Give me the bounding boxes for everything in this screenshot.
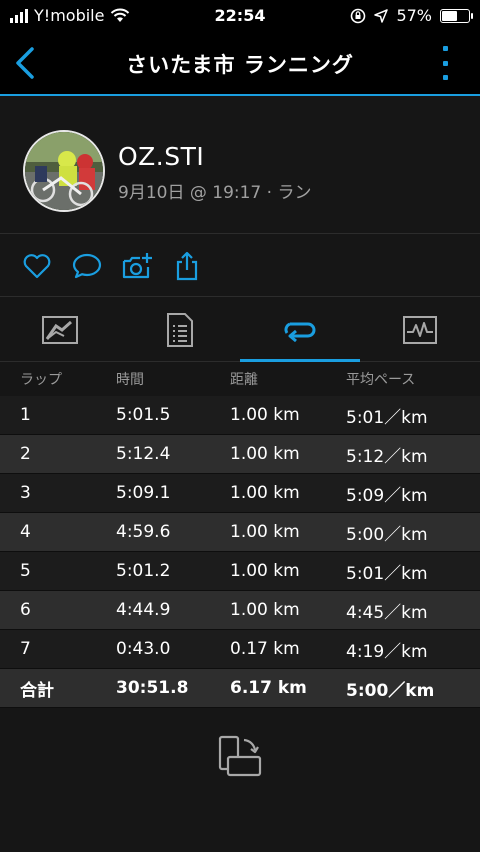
battery-icon (440, 8, 473, 23)
lap-pace: 5:00／km (346, 524, 428, 545)
lap-pace: 5:01／km (346, 563, 428, 584)
heart-icon[interactable] (21, 250, 53, 282)
table-row[interactable]: 4 4:59.6 1.00 km 5:00／km (0, 513, 480, 552)
total-label: 合計 (20, 680, 54, 701)
orientation-lock-icon (351, 8, 366, 23)
lap-number: 1 (20, 405, 31, 425)
tab-map[interactable] (0, 298, 120, 361)
lap-number: 2 (20, 444, 31, 464)
add-photo-icon[interactable] (121, 250, 153, 282)
comment-icon[interactable] (71, 250, 103, 282)
activity-header: OZ.STI 9月10日 @ 19:17 · ラン (0, 98, 480, 234)
user-name: OZ.STI (118, 142, 205, 171)
tab-details[interactable] (120, 298, 240, 361)
column-header-lap: ラップ (20, 372, 62, 388)
avatar-photo (25, 132, 103, 210)
lap-number: 6 (20, 600, 31, 620)
column-header-time: 時間 (116, 372, 144, 388)
total-pace: 5:00／km (346, 680, 435, 701)
share-icon[interactable] (171, 250, 203, 282)
table-row[interactable]: 5 5:01.2 1.00 km 5:01／km (0, 552, 480, 591)
action-bar (0, 235, 480, 297)
laps-table: ラップ 時間 距離 平均ペース 1 5:01.5 1.00 km 5:01／km… (0, 362, 480, 708)
tab-chart[interactable] (360, 298, 480, 361)
lap-time: 5:01.5 (116, 405, 171, 425)
lap-pace: 5:12／km (346, 446, 428, 467)
lap-number: 4 (20, 522, 31, 542)
table-row[interactable]: 1 5:01.5 1.00 km 5:01／km (0, 396, 480, 435)
page-title: さいたま市 ランニング (126, 53, 354, 77)
lap-distance: 1.00 km (230, 444, 300, 464)
lap-time: 0:43.0 (116, 639, 171, 659)
chart-icon (403, 315, 437, 344)
lap-number: 7 (20, 639, 31, 659)
details-icon (167, 312, 193, 347)
lap-pace: 4:45／km (346, 602, 428, 623)
table-header: ラップ 時間 距離 平均ペース (0, 362, 480, 396)
total-distance: 6.17 km (230, 678, 307, 698)
lap-time: 5:01.2 (116, 561, 171, 581)
map-icon (42, 315, 78, 344)
lap-number: 3 (20, 483, 31, 503)
rotate-screen-icon[interactable] (217, 734, 263, 780)
activity-meta: 9月10日 @ 19:17 · ラン (118, 183, 312, 203)
tab-laps[interactable] (240, 298, 360, 362)
table-row[interactable]: 7 0:43.0 0.17 km 4:19／km (0, 630, 480, 669)
lap-pace: 4:19／km (346, 641, 428, 662)
status-bar: Y!mobile 22:54 57% (0, 0, 480, 32)
laps-icon (284, 322, 316, 342)
nav-bar: さいたま市 ランニング (0, 32, 480, 96)
lap-number: 5 (20, 561, 31, 581)
lap-distance: 0.17 km (230, 639, 300, 659)
table-row[interactable]: 6 4:44.9 1.00 km 4:45／km (0, 591, 480, 630)
lap-distance: 1.00 km (230, 483, 300, 503)
battery-percent: 57% (396, 6, 432, 25)
total-row: 合計 30:51.8 6.17 km 5:00／km (0, 669, 480, 708)
lap-time: 5:12.4 (116, 444, 171, 464)
lap-distance: 1.00 km (230, 600, 300, 620)
location-icon (374, 8, 389, 23)
lap-time: 4:44.9 (116, 600, 171, 620)
lap-time: 4:59.6 (116, 522, 171, 542)
lap-distance: 1.00 km (230, 405, 300, 425)
lap-distance: 1.00 km (230, 522, 300, 542)
status-right: 57% (350, 6, 473, 25)
column-header-pace: 平均ペース (346, 372, 416, 388)
vertical-ellipsis-icon[interactable] (440, 46, 450, 80)
lap-pace: 5:01／km (346, 407, 428, 428)
lap-pace: 5:09／km (346, 485, 428, 506)
table-row[interactable]: 2 5:12.4 1.00 km 5:12／km (0, 435, 480, 474)
total-time: 30:51.8 (116, 678, 189, 698)
lap-distance: 1.00 km (230, 561, 300, 581)
table-row[interactable]: 3 5:09.1 1.00 km 5:09／km (0, 474, 480, 513)
avatar[interactable] (23, 130, 105, 212)
tab-bar (0, 298, 480, 362)
lap-time: 5:09.1 (116, 483, 171, 503)
chevron-left-icon[interactable] (12, 46, 38, 80)
column-header-distance: 距離 (230, 372, 258, 388)
battery-fill (442, 10, 457, 21)
